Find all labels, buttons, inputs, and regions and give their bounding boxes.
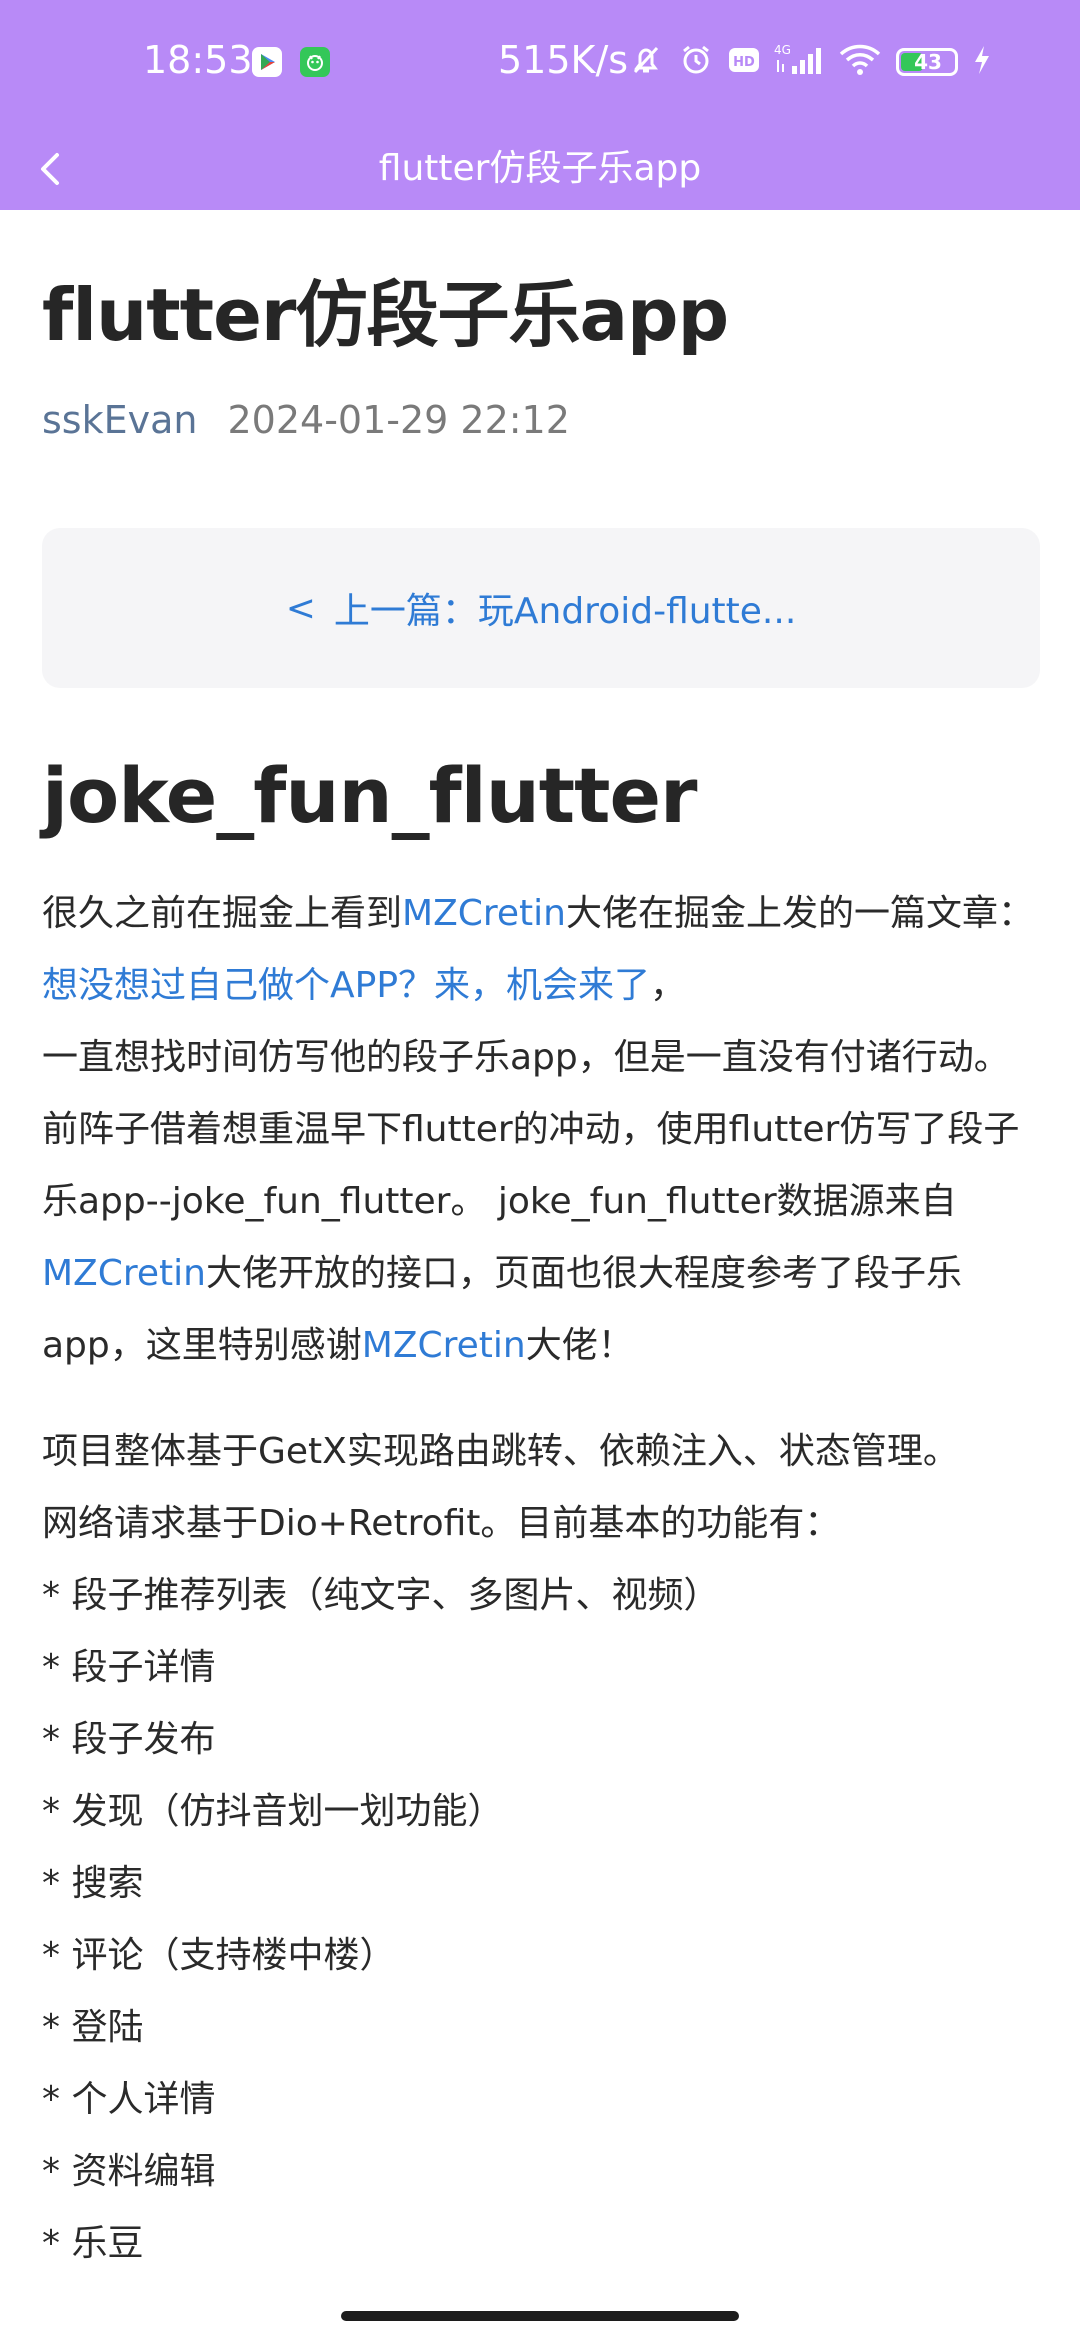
publish-date: 2024-01-29 22:12 (227, 398, 570, 443)
article-link[interactable]: 想没想过自己做个APP？来，机会来了 (42, 965, 650, 1006)
feature-item: * 段子发布 (42, 1718, 216, 1760)
text-span: 大佬在掘金上发的一篇文章： (565, 892, 1034, 934)
mzcretin-link[interactable]: MZCretin (42, 1253, 206, 1294)
charging-icon (972, 44, 992, 80)
network-speed: 515K/s (498, 38, 629, 82)
text-span: 很久之前在掘金上看到 (42, 892, 403, 934)
top-bar: 18:53 515K/s HD 4G 43 flutter仿段子乐app (0, 0, 1080, 210)
feature-item: * 评论（支持楼中楼） (42, 1934, 396, 1976)
feature-item: * 发现（仿抖音划一划功能） (42, 1790, 504, 1832)
article-content: flutter仿段子乐app sskEvan 2024-01-29 22:12 <… (42, 210, 1042, 2280)
wifi-icon (838, 42, 882, 82)
article-meta: sskEvan 2024-01-29 22:12 (42, 396, 1042, 444)
section-heading: joke_fun_flutter (42, 751, 698, 841)
feature-item: * 资料编辑 (42, 2150, 216, 2192)
text-span: 一直想找时间仿写他的段子乐app，但是一直没有付诸行动。前阵子借着想重温早下fl… (42, 1036, 1020, 1222)
prev-article-button[interactable]: < 上一篇：玩Android-flutte... (42, 528, 1040, 689)
feature-item: * 乐豆 (42, 2222, 144, 2264)
status-time: 18:53 (143, 38, 253, 82)
feature-item: * 段子详情 (42, 1646, 216, 1688)
signal-icon: 4G (774, 42, 824, 82)
battery-level: 43 (914, 50, 942, 74)
status-icons: HD 4G 43 (628, 42, 992, 82)
app-bar-title: flutter仿段子乐app (378, 148, 702, 189)
article-title: flutter仿段子乐app (42, 273, 729, 357)
intro-paragraph: 很久之前在掘金上看到MZCretin大佬在掘金上发的一篇文章：想没想过自己做个A… (42, 878, 1042, 1382)
mzcretin-link[interactable]: MZCretin (402, 893, 566, 934)
alarm-icon (678, 42, 714, 82)
feature-item: * 段子推荐列表（纯文字、多图片、视频） (42, 1574, 720, 1616)
text-line: 网络请求基于Dio+Retrofit。目前基本的功能有： (42, 1502, 841, 1544)
app-notification-icon (300, 47, 330, 77)
feature-item: * 搜索 (42, 1862, 144, 1904)
mute-bell-icon (628, 42, 664, 82)
status-bar: 18:53 515K/s HD 4G 43 (0, 0, 1080, 128)
play-store-icon (252, 47, 282, 77)
battery-icon: 43 (896, 48, 958, 76)
network-type: 4G (774, 43, 791, 57)
prev-article-label: 上一篇：玩Android-flutte... (333, 591, 797, 633)
svg-text:HD: HD (733, 55, 755, 70)
author-name[interactable]: sskEvan (42, 398, 197, 442)
text-span: ， (650, 964, 687, 1006)
feature-item: * 登陆 (42, 2006, 144, 2048)
feature-item: * 个人详情 (42, 2078, 216, 2120)
mzcretin-link[interactable]: MZCretin (362, 1325, 526, 1366)
chevron-left-icon: < (285, 587, 316, 629)
text-span: 大佬！ (525, 1324, 634, 1366)
home-indicator[interactable] (341, 2311, 739, 2321)
hd-icon: HD (728, 46, 760, 78)
text-line: 项目整体基于GetX实现路由跳转、依赖注入、状态管理。 (42, 1430, 959, 1472)
features-paragraph: 项目整体基于GetX实现路由跳转、依赖注入、状态管理。 网络请求基于Dio+Re… (42, 1416, 1042, 2280)
